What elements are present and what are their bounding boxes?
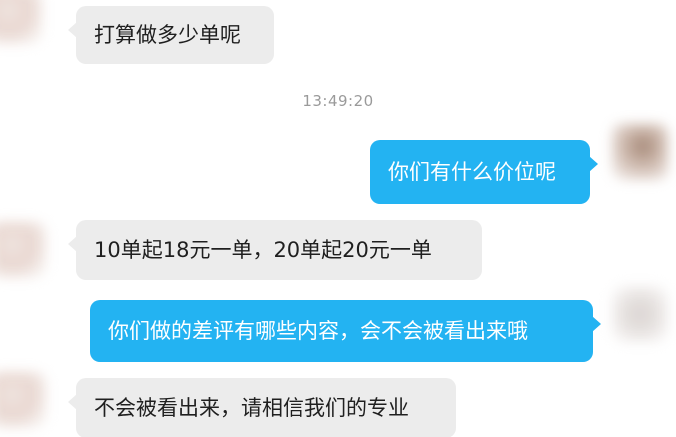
user-avatar[interactable] [612, 286, 668, 342]
message-text: 不会被看出来，请相信我们的专业 [94, 396, 409, 420]
message-text: 10单起18元一单，20单起20元一单 [94, 238, 432, 262]
user-avatar[interactable] [612, 124, 668, 180]
message-bubble-outgoing[interactable]: 你们做的差评有哪些内容，会不会被看出来哦 [90, 300, 601, 362]
contact-avatar[interactable] [0, 372, 46, 428]
message-text: 你们做的差评有哪些内容，会不会被看出来哦 [108, 319, 528, 343]
contact-avatar[interactable] [0, 0, 42, 44]
message-text: 打算做多少单呢 [94, 23, 241, 47]
message-bubble-incoming[interactable]: 打算做多少单呢 [68, 6, 274, 64]
chat-window: 打算做多少单呢 13:49:20 你们有什么价位呢 10单起18元一单，20单起… [0, 0, 676, 437]
message-text: 你们有什么价位呢 [388, 160, 556, 184]
contact-avatar[interactable] [0, 222, 46, 278]
message-bubble-incoming[interactable]: 不会被看出来，请相信我们的专业 [68, 378, 456, 437]
message-timestamp: 13:49:20 [302, 92, 374, 110]
message-bubble-incoming[interactable]: 10单起18元一单，20单起20元一单 [68, 220, 482, 280]
message-bubble-outgoing[interactable]: 你们有什么价位呢 [370, 140, 598, 204]
